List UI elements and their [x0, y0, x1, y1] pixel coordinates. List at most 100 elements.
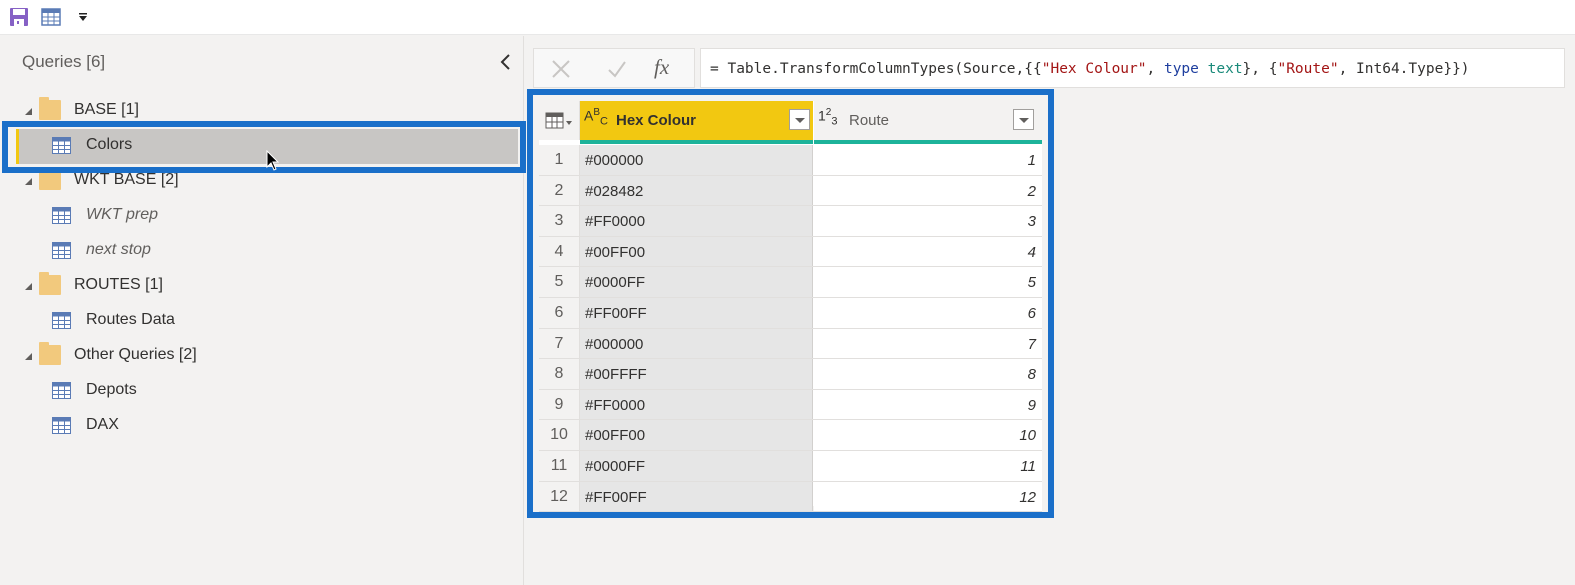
query-label: Routes Data	[86, 311, 175, 328]
cell-hex-colour[interactable]: #00FF00	[580, 420, 813, 450]
query-item[interactable]: next stop	[0, 234, 520, 269]
cell-route[interactable]: 2	[814, 175, 1042, 206]
formula-bar: fx = Table.TransformColumnTypes(Source,{…	[533, 48, 1565, 88]
cell-hex-colour[interactable]: #0000FF	[580, 450, 813, 481]
cell-hex-colour[interactable]: #00FFFF	[580, 359, 813, 389]
query-group-label: BASE [1]	[74, 101, 139, 118]
formula-text: , Int64.Type}})	[1338, 61, 1470, 77]
column-name: Hex Colour	[616, 112, 697, 129]
query-group[interactable]: BASE [1]	[0, 94, 520, 129]
table-icon	[52, 242, 71, 259]
text-type-icon[interactable]: ABC	[584, 107, 608, 127]
cell-route[interactable]: 7	[814, 328, 1042, 359]
query-item[interactable]: DAX	[0, 409, 520, 444]
cell-route[interactable]: 8	[814, 359, 1042, 389]
query-group[interactable]: WKT BASE [2]	[0, 164, 520, 199]
query-group-label: ROUTES [1]	[74, 276, 163, 293]
column-header-route[interactable]: 123 Route	[814, 101, 1042, 140]
cell-hex-colour[interactable]: #000000	[580, 328, 813, 359]
cell-hex-colour[interactable]: #FF0000	[580, 206, 813, 236]
table-icon[interactable]	[41, 7, 61, 27]
table-row: 12 #FF00FF 12	[539, 481, 1042, 513]
expand-triangle-icon[interactable]	[25, 178, 32, 185]
grid-rows: 1 #000000 1 2 #028482 2 3 #FF0000 3 4 #00FF00 4 5 #00…	[539, 145, 1042, 513]
cell-route[interactable]: 5	[814, 267, 1042, 297]
cell-route[interactable]: 10	[814, 420, 1042, 450]
query-item[interactable]: WKT prep	[0, 199, 520, 234]
formula-text	[1199, 61, 1208, 77]
cell-hex-colour[interactable]: #00FF00	[580, 236, 813, 267]
table-row: 2 #028482 2	[539, 175, 1042, 207]
table-icon	[52, 312, 71, 329]
row-number[interactable]: 1	[539, 145, 580, 175]
expand-triangle-icon[interactable]	[25, 108, 32, 115]
formula-input[interactable]: = Table.TransformColumnTypes(Source,{{"H…	[700, 48, 1565, 88]
formula-string: "Route"	[1277, 61, 1339, 77]
expand-triangle-icon[interactable]	[25, 283, 32, 290]
query-group-label: WKT BASE [2]	[74, 171, 179, 188]
row-number[interactable]: 4	[539, 236, 580, 267]
cell-route[interactable]: 11	[814, 450, 1042, 481]
cell-hex-colour[interactable]: #000000	[580, 145, 813, 175]
cell-hex-colour[interactable]: #0000FF	[580, 267, 813, 297]
cell-route[interactable]: 12	[814, 481, 1042, 512]
whole-number-type-icon[interactable]: 123	[818, 107, 837, 127]
cell-route[interactable]: 6	[814, 297, 1042, 328]
row-number[interactable]: 5	[539, 267, 580, 297]
formula-text: }, {	[1242, 61, 1278, 77]
table-row: 4 #00FF00 4	[539, 236, 1042, 268]
fx-icon[interactable]: fx	[654, 55, 669, 80]
query-label: WKT prep	[86, 206, 159, 223]
query-label: DAX	[86, 416, 119, 433]
cell-route[interactable]: 9	[814, 389, 1042, 420]
mouse-cursor-icon	[266, 150, 280, 171]
cell-hex-colour[interactable]: #FF00FF	[580, 297, 813, 328]
cell-route[interactable]: 1	[814, 145, 1042, 175]
query-label: Depots	[86, 381, 137, 398]
formula-text: ,	[1146, 61, 1164, 77]
cell-hex-colour[interactable]: #FF00FF	[580, 481, 813, 512]
check-icon[interactable]	[606, 58, 628, 80]
row-number[interactable]: 9	[539, 389, 580, 420]
query-item[interactable]: Routes Data	[0, 304, 520, 339]
cell-hex-colour[interactable]: #028482	[580, 175, 813, 206]
row-number[interactable]: 8	[539, 359, 580, 389]
query-item[interactable]: Depots	[0, 374, 520, 409]
save-icon[interactable]	[9, 7, 29, 27]
chevron-left-icon[interactable]	[497, 52, 515, 72]
table-row: 1 #000000 1	[539, 145, 1042, 176]
row-number[interactable]: 3	[539, 206, 580, 236]
query-group-label: Other Queries [2]	[74, 346, 197, 363]
table-menu-button[interactable]	[539, 101, 580, 140]
column-header-hex-colour[interactable]: ABC Hex Colour	[580, 101, 813, 140]
column-filter-dropdown[interactable]	[1013, 109, 1034, 130]
formula-keyword: type	[1163, 61, 1199, 77]
folder-icon	[39, 342, 61, 365]
cell-route[interactable]: 3	[814, 206, 1042, 236]
cell-route[interactable]: 4	[814, 236, 1042, 267]
table-row: 11 #0000FF 11	[539, 450, 1042, 482]
row-number[interactable]: 7	[539, 328, 580, 359]
data-grid: ABC Hex Colour 123 Route 1 #000000 1 2 #0284…	[539, 101, 1042, 513]
row-number[interactable]: 11	[539, 450, 580, 481]
table-icon	[52, 137, 71, 154]
row-number[interactable]: 2	[539, 175, 580, 206]
query-label: next stop	[86, 241, 151, 258]
table-icon	[52, 207, 71, 224]
row-number[interactable]: 6	[539, 297, 580, 328]
cell-hex-colour[interactable]: #FF0000	[580, 389, 813, 420]
row-number[interactable]: 10	[539, 420, 580, 450]
expand-triangle-icon[interactable]	[25, 353, 32, 360]
folder-icon	[39, 167, 61, 190]
row-number[interactable]: 12	[539, 481, 580, 512]
data-grid-highlight: ABC Hex Colour 123 Route 1 #000000 1 2 #0284…	[527, 89, 1054, 518]
formula-text: = Table.TransformColumnTypes(Source,{{	[710, 61, 1042, 77]
query-group[interactable]: ROUTES [1]	[0, 269, 520, 304]
close-icon[interactable]	[550, 58, 572, 80]
table-row: 10 #00FF00 10	[539, 420, 1042, 451]
query-group[interactable]: Other Queries [2]	[0, 339, 520, 374]
customize-dropdown-icon[interactable]	[76, 10, 90, 24]
column-quality-bar	[580, 140, 813, 144]
table-icon	[52, 382, 71, 399]
column-filter-dropdown[interactable]	[789, 109, 810, 130]
